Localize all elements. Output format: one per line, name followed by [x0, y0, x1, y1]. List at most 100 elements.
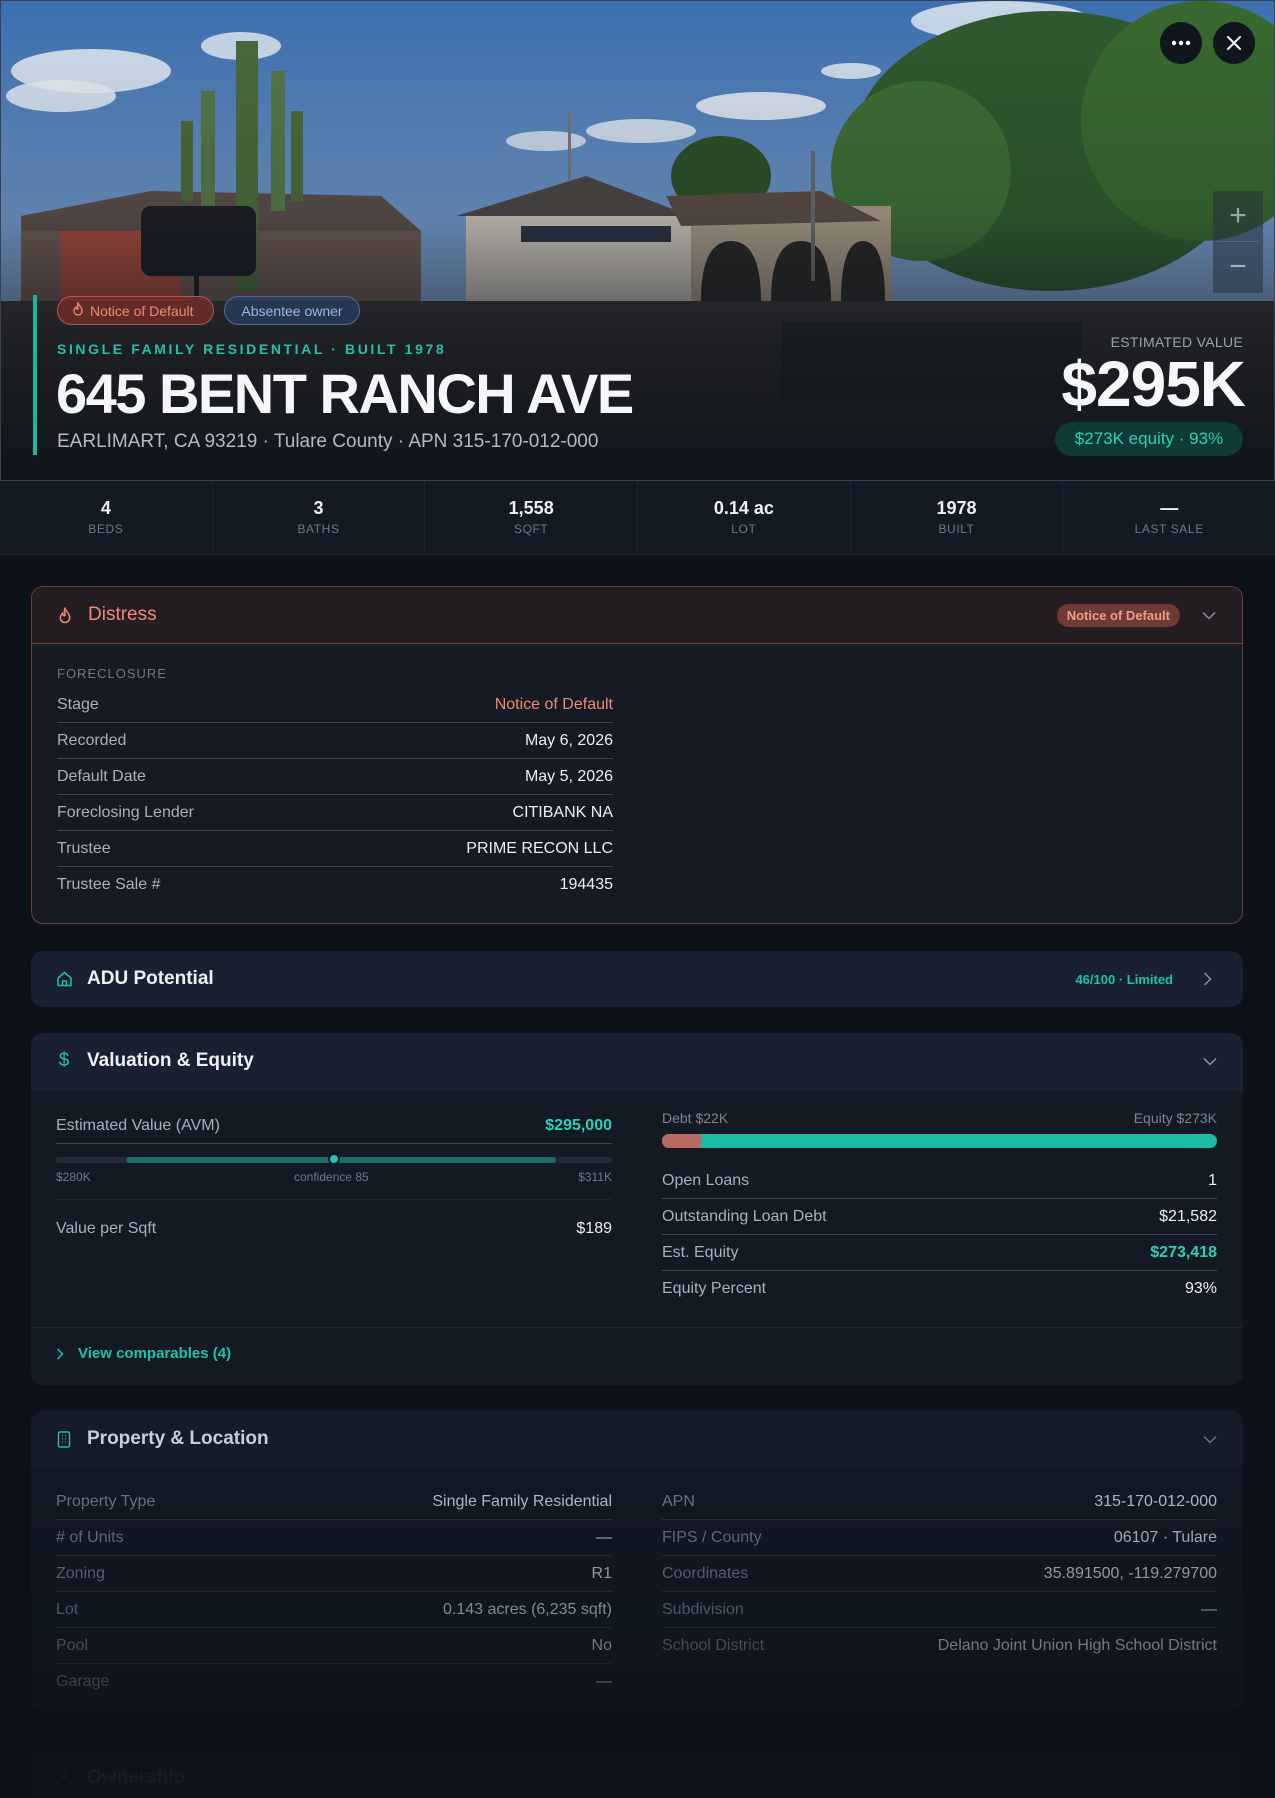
property-row: Lot 0.143 acres (6,235 sqft) [56, 1592, 612, 1628]
dollar-icon: $ [58, 1050, 70, 1071]
chevron-down-icon[interactable] [1203, 1053, 1219, 1069]
row-value: May 6, 2026 [524, 731, 613, 749]
row-value: 93% [1184, 1280, 1217, 1297]
location-row: APN 315-170-012-000 [662, 1484, 1217, 1520]
avm-value: $295,000 [545, 1116, 612, 1134]
row-value: $273,418 [1150, 1243, 1217, 1261]
distress-title: Distress [88, 604, 157, 625]
stat-label: BATHS [297, 522, 340, 536]
row-key: FIPS / County [662, 1528, 762, 1546]
property-header-right [1181, 1431, 1219, 1447]
row-value: 1 [1208, 1171, 1217, 1189]
distress-row: Trustee PRIME RECON LLC [57, 831, 613, 867]
more-options-button[interactable] [1160, 22, 1202, 64]
equity-label: Equity $273K [1133, 1110, 1217, 1126]
owner-tag-label: Absentee owner [241, 302, 343, 319]
chevron-down-icon[interactable] [1203, 1431, 1219, 1447]
foreclosure-section-label: FORECLOSURE [57, 666, 167, 681]
close-icon [1226, 35, 1242, 51]
equity-row: Open Loans 1 [662, 1163, 1217, 1199]
adu-card[interactable]: ADU Potential 46/100 · Limited [31, 951, 1243, 1007]
property-row: Garage — [56, 1664, 612, 1700]
confidence-label: confidence 85 [294, 1170, 369, 1184]
stat-sqft: 1,558 SQFT [425, 481, 639, 554]
debt-equity-bar [662, 1134, 1217, 1148]
row-value: CITIBANK NA [512, 803, 613, 821]
zoom-out-button[interactable]: − [1213, 242, 1263, 292]
property-address-title: 645 BENT RANCH AVE [56, 362, 634, 425]
chevron-right-icon [56, 1347, 64, 1360]
row-key: Garage [56, 1673, 110, 1690]
distress-row: Stage Notice of Default [57, 687, 613, 723]
close-button[interactable] [1211, 16, 1263, 68]
more-icon [1171, 40, 1191, 46]
valuation-card: $ Valuation & Equity Estimated Value (AV… [31, 1033, 1243, 1385]
row-key: Equity Percent [662, 1280, 767, 1297]
row-value: — [1201, 1600, 1217, 1618]
range-low-label: $280K [56, 1170, 91, 1184]
divider [31, 1327, 1243, 1328]
adu-header[interactable]: ADU Potential 46/100 · Limited [31, 951, 1243, 1007]
equity-row: Est. Equity $273,418 [662, 1235, 1217, 1271]
row-key: Trustee [57, 839, 111, 857]
property-location-card: Property & Location Property Type Single … [31, 1411, 1243, 1711]
row-key: Property Type [56, 1492, 156, 1510]
row-value: $21,582 [1159, 1207, 1217, 1225]
stat-label: LOT [731, 522, 757, 536]
debt-label: Debt $22K [662, 1110, 729, 1126]
stats-bar: 4 BEDS 3 BATHS 1,558 SQFT 0.14 ac LOT 1978 BU… [0, 480, 1275, 555]
row-key: Trustee Sale # [57, 876, 161, 893]
per-sqft-row: Value per Sqft $189 [56, 1211, 612, 1247]
distress-header[interactable]: Distress Notice of Default [32, 587, 1242, 644]
stat-value: 1,558 [508, 498, 554, 518]
property-row: Property Type Single Family Residential [56, 1484, 612, 1520]
divider [56, 1199, 612, 1200]
stat-baths: 3 BATHS [213, 481, 426, 554]
valuation-header[interactable]: $ Valuation & Equity [31, 1033, 1243, 1090]
hero-section: + − Notice of Default Absentee owner SIN… [0, 0, 1275, 480]
avm-range-bar [56, 1153, 612, 1165]
person-icon [55, 1769, 73, 1787]
view-comparables-link[interactable]: View comparables (4) [56, 1345, 231, 1362]
equity-row: Equity Percent 93% [662, 1271, 1217, 1307]
row-key: Pool [56, 1636, 89, 1654]
row-key: Zoning [56, 1564, 105, 1582]
chevron-down-icon[interactable] [1202, 607, 1218, 623]
debt-segment [662, 1134, 701, 1148]
zoom-in-button[interactable]: + [1213, 191, 1263, 241]
row-value: 0.143 acres (6,235 sqft) [443, 1600, 612, 1618]
flame-icon [72, 301, 84, 319]
distress-row: Default Date May 5, 2026 [57, 759, 613, 795]
status-badge: Notice of Default [1056, 603, 1180, 627]
property-row: Zoning R1 [56, 1556, 612, 1592]
row-key: Default Date [57, 767, 146, 785]
row-value: Delano Joint Union High School District [937, 1637, 1217, 1654]
property-title: Property & Location [87, 1428, 269, 1449]
row-value: PRIME RECON LLC [466, 839, 613, 857]
building-icon [55, 1430, 73, 1448]
distress-tag-label: Notice of Default [90, 302, 194, 319]
row-key: Coordinates [662, 1564, 749, 1582]
stat-last-sale: — LAST SALE [1063, 481, 1275, 554]
chevron-right-icon[interactable] [1203, 971, 1219, 987]
row-value: Notice of Default [494, 695, 613, 713]
owner-tag: Absentee owner [224, 296, 360, 325]
avm-row: Estimated Value (AVM) $295,000 [56, 1108, 612, 1144]
row-key: Value per Sqft [56, 1220, 157, 1237]
home-icon [55, 970, 73, 988]
row-value: 315-170-012-000 [1094, 1492, 1217, 1510]
equity-pill: $273K equity · 93% [1055, 422, 1243, 456]
view-comparables-label: View comparables (4) [78, 1345, 232, 1362]
stat-label: SQFT [513, 522, 549, 536]
row-key: Recorded [57, 731, 127, 749]
row-value: 194435 [559, 876, 613, 893]
equity-row: Outstanding Loan Debt $21,582 [662, 1199, 1217, 1235]
ownership-title: Ownership [87, 1767, 186, 1788]
property-header[interactable]: Property & Location [31, 1411, 1243, 1467]
estimated-value: $295K [1061, 348, 1246, 420]
row-key: Open Loans [662, 1171, 750, 1189]
row-key: Stage [57, 695, 99, 713]
ownership-card[interactable]: Ownership [31, 1750, 1243, 1798]
adu-header-right: 46/100 · Limited [1075, 971, 1219, 987]
location-row: Subdivision — [662, 1592, 1217, 1628]
